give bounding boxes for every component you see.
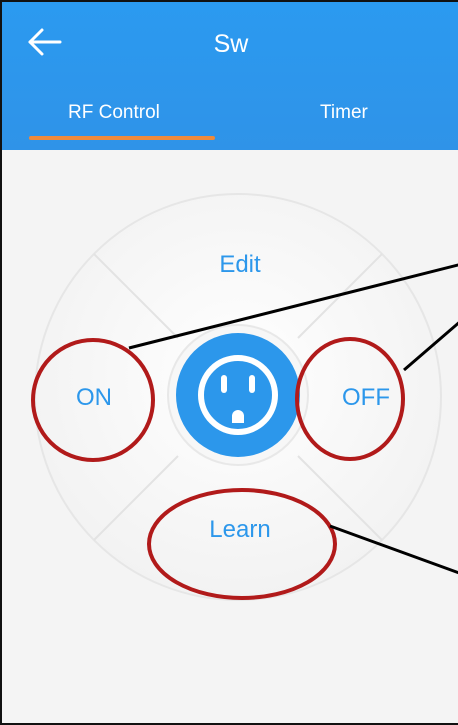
learn-button[interactable]: Learn [190,516,290,544]
on-button[interactable]: ON [64,384,124,412]
off-button[interactable]: OFF [326,384,406,412]
app-screen: Sw RF Control Timer Edit ON OFF Learn [0,0,458,725]
remote-control-graphic [31,193,458,601]
power-outlet-icon[interactable] [167,324,309,466]
edit-button[interactable]: Edit [200,251,280,279]
